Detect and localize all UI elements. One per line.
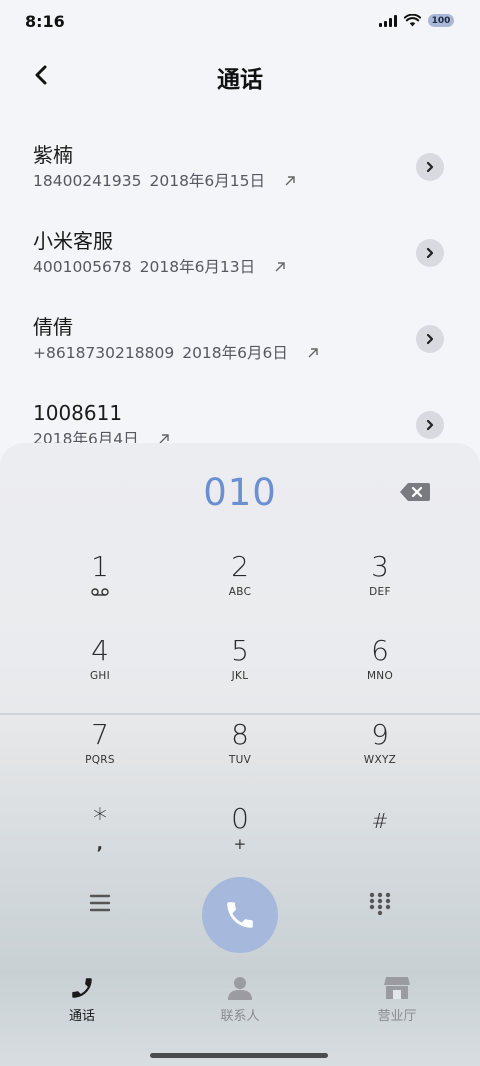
key-digit: 8 [231, 718, 249, 751]
call-meta: 18400241935 2018年6月15日 [33, 170, 480, 192]
chevron-right-icon [426, 161, 434, 173]
key-hash[interactable]: # [310, 795, 450, 879]
signal-icon [379, 14, 397, 27]
key-letters: JKL [231, 670, 249, 682]
contact-name: 倩倩 [33, 315, 73, 339]
call-log-item[interactable]: 紫楠 18400241935 2018年6月15日 [0, 128, 480, 214]
key-4[interactable]: 4 GHI [30, 627, 170, 711]
voicemail-icon [91, 588, 109, 596]
detail-button[interactable] [416, 411, 444, 439]
call-date: 2018年6月15日 [149, 172, 266, 190]
detail-button[interactable] [416, 325, 444, 353]
contact-name: 紫楠 [33, 143, 73, 167]
key-letters: MNO [366, 670, 394, 682]
page-title: 通话 [217, 67, 263, 93]
status-bar: 8:16 100 [0, 0, 480, 44]
store-icon [384, 977, 410, 999]
menu-icon[interactable] [88, 892, 112, 914]
chevron-right-icon [426, 419, 434, 431]
key-letters: WXYZ [363, 754, 397, 766]
outgoing-call-icon [308, 348, 318, 358]
tab-label: 通话 [68, 1009, 95, 1024]
dialpad-icon[interactable] [368, 891, 392, 917]
wifi-icon [404, 14, 421, 27]
detail-button[interactable] [416, 153, 444, 181]
key-letters: + [233, 835, 247, 853]
key-7[interactable]: 7 PQRS [30, 711, 170, 795]
call-log-item[interactable]: 倩倩 +8618730218809 2018年6月6日 [0, 300, 480, 386]
outgoing-call-icon [285, 176, 295, 186]
tab-calls[interactable]: 通话 [32, 975, 132, 1024]
key-digit: 1 [91, 550, 109, 583]
key-digit: 3 [371, 550, 389, 583]
battery-indicator: 100 [428, 14, 454, 27]
phone-icon [227, 902, 253, 928]
backspace-icon[interactable] [399, 481, 431, 503]
key-1[interactable]: 1 [30, 543, 170, 627]
key-8[interactable]: 8 TUV [170, 711, 310, 795]
dialer-panel: 010 1 2 ABC 3 DEF 4 GHI 5 JKL 6 MNO 7 PQ… [0, 443, 480, 1066]
key-0[interactable]: 0 + [170, 795, 310, 879]
tab-service-hall[interactable]: 营业厅 [347, 975, 447, 1024]
key-digit: 0 [231, 802, 249, 835]
key-star[interactable]: * , [30, 795, 170, 879]
contact-name: 1008611 [33, 401, 123, 425]
key-digit: 5 [231, 634, 249, 667]
key-digit: 6 [371, 634, 389, 667]
key-9[interactable]: 9 WXYZ [310, 711, 450, 795]
key-digit: 4 [91, 634, 109, 667]
call-button[interactable] [202, 877, 278, 953]
header: 通话 [0, 52, 480, 100]
call-date: 2018年6月6日 [182, 344, 288, 362]
phone-number: 4001005678 [33, 258, 132, 276]
key-letters: , [96, 834, 104, 853]
detail-button[interactable] [416, 239, 444, 267]
key-2[interactable]: 2 ABC [170, 543, 310, 627]
phone-number: 18400241935 [33, 172, 142, 190]
dialer-actions [0, 875, 480, 955]
key-digit: * [93, 802, 107, 835]
phone-icon [72, 978, 92, 998]
status-icons: 100 [379, 14, 454, 27]
key-letters: ABC [228, 586, 252, 598]
call-meta: 4001005678 2018年6月13日 [33, 256, 480, 278]
person-icon [228, 977, 252, 1000]
phone-number: +8618730218809 [33, 344, 175, 362]
key-digit: 2 [231, 550, 249, 583]
key-3[interactable]: 3 DEF [310, 543, 450, 627]
key-letters: TUV [228, 754, 252, 766]
home-indicator [150, 1053, 328, 1058]
key-6[interactable]: 6 MNO [310, 627, 450, 711]
tab-contacts[interactable]: 联系人 [190, 975, 290, 1024]
chevron-right-icon [426, 333, 434, 345]
tab-label: 营业厅 [377, 1009, 417, 1024]
contact-name: 小米客服 [33, 229, 113, 253]
bottom-nav: 通话 联系人 营业厅 [0, 975, 480, 1035]
call-date: 2018年6月13日 [139, 258, 256, 276]
chevron-right-icon [426, 247, 434, 259]
tab-label: 联系人 [220, 1009, 260, 1024]
key-digit: # [371, 809, 389, 833]
key-letters: PQRS [85, 754, 115, 766]
call-meta: +8618730218809 2018年6月6日 [33, 342, 480, 364]
call-log-list: 紫楠 18400241935 2018年6月15日 小米客服 400100567… [0, 128, 480, 448]
key-digit: 7 [91, 718, 109, 751]
key-digit: 9 [371, 718, 389, 751]
status-time: 8:16 [25, 12, 65, 31]
keypad: 1 2 ABC 3 DEF 4 GHI 5 JKL 6 MNO 7 PQRS 8… [30, 543, 450, 879]
call-log-item[interactable]: 小米客服 4001005678 2018年6月13日 [0, 214, 480, 300]
key-letters: GHI [89, 670, 111, 682]
outgoing-call-icon [275, 262, 285, 272]
key-5[interactable]: 5 JKL [170, 627, 310, 711]
call-log-item[interactable]: 1008611 2018年6月4日 [0, 386, 480, 448]
key-letters: DEF [369, 586, 391, 598]
